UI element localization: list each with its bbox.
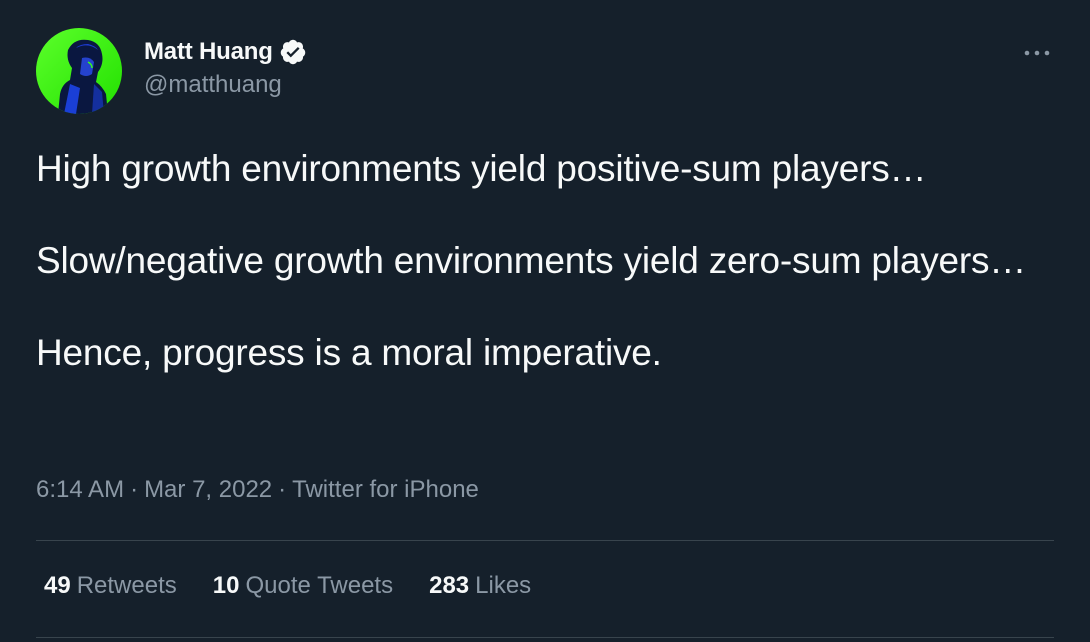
quote-tweets-stat[interactable]: 10 Quote Tweets bbox=[213, 572, 393, 600]
avatar-portrait-icon bbox=[36, 28, 122, 114]
author-handle[interactable]: @matthuang bbox=[144, 71, 307, 99]
verified-badge-icon bbox=[279, 38, 307, 66]
tweet-text: High growth environments yield positive-… bbox=[36, 146, 1046, 376]
retweets-stat[interactable]: 49 Retweets bbox=[44, 572, 177, 600]
quote-tweets-count: 10 bbox=[212, 572, 240, 599]
tweet-paragraph: High growth environments yield positive-… bbox=[36, 148, 927, 189]
tweet-paragraph: Slow/negative growth environments yield … bbox=[36, 240, 1027, 281]
tweet-header: Matt Huang @matthuang bbox=[36, 28, 307, 114]
meta-separator: · bbox=[278, 476, 287, 503]
likes-stat[interactable]: 283 Likes bbox=[429, 572, 531, 600]
retweets-count: 49 bbox=[44, 572, 71, 599]
meta-separator: · bbox=[130, 476, 139, 503]
tweet-metadata: 6:14 AM · Mar 7, 2022 · Twitter for iPhone bbox=[36, 476, 479, 504]
tweet-source[interactable]: Twitter for iPhone bbox=[292, 476, 479, 503]
quote-tweets-label: Quote Tweets bbox=[245, 572, 394, 599]
display-name[interactable]: Matt Huang bbox=[144, 38, 273, 66]
retweets-label: Retweets bbox=[76, 572, 177, 599]
tweet-card: Matt Huang @matthuang High growth enviro… bbox=[0, 0, 1090, 642]
divider bbox=[36, 540, 1054, 541]
ellipsis-icon bbox=[1024, 50, 1050, 56]
tweet-paragraph: Hence, progress is a moral imperative. bbox=[36, 332, 662, 373]
more-options-button[interactable] bbox=[1020, 36, 1054, 70]
tweet-date: Mar 7, 2022 bbox=[144, 476, 273, 503]
likes-label: Likes bbox=[475, 572, 532, 599]
engagement-stats: 49 Retweets 10 Quote Tweets 283 Likes bbox=[44, 572, 567, 600]
name-row: Matt Huang bbox=[144, 37, 307, 67]
tweet-time: 6:14 AM bbox=[36, 476, 125, 503]
divider bbox=[36, 637, 1054, 638]
avatar[interactable] bbox=[36, 28, 122, 114]
likes-count: 283 bbox=[429, 572, 470, 599]
tweet-timestamp[interactable]: 6:14 AM · Mar 7, 2022 bbox=[36, 476, 272, 503]
author-names: Matt Huang @matthuang bbox=[144, 37, 307, 99]
